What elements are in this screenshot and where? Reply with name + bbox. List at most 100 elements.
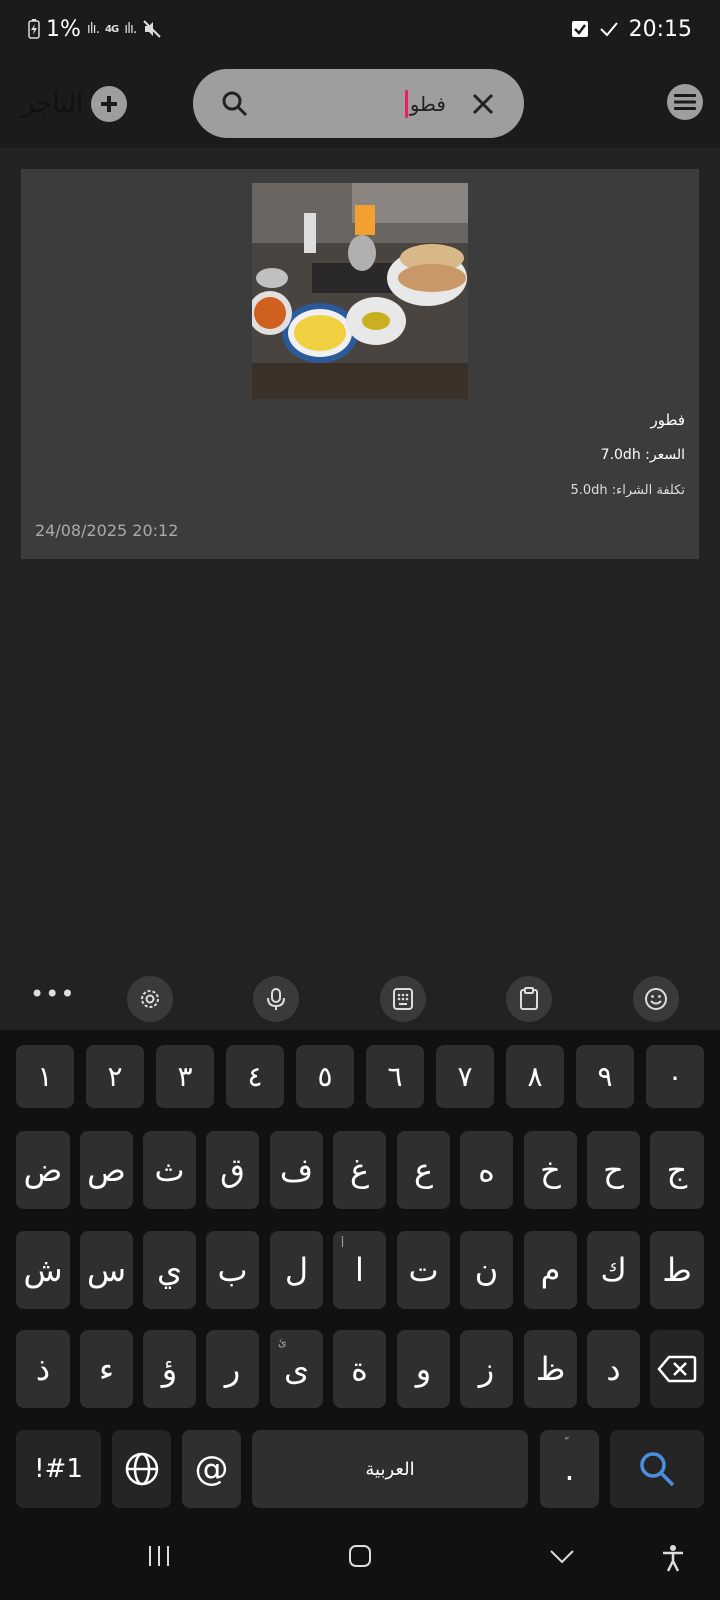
backspace-icon	[657, 1355, 697, 1383]
battery-percent: 1%	[46, 16, 81, 42]
key-digit[interactable]: ٣	[156, 1045, 214, 1108]
key-digit[interactable]: ٩	[576, 1045, 634, 1108]
signal-icon: ılı.	[86, 21, 100, 37]
key-letter[interactable]: غ	[333, 1131, 386, 1209]
keypad-button[interactable]	[380, 976, 426, 1022]
key-letter[interactable]: ر	[206, 1330, 259, 1408]
key-digit[interactable]: ٤	[226, 1045, 284, 1108]
at-key[interactable]: @	[182, 1430, 241, 1508]
clipboard-button[interactable]	[506, 976, 552, 1022]
key-letter[interactable]: ج	[650, 1131, 704, 1209]
battery-charging-icon	[28, 19, 40, 39]
network-type: 4G	[105, 23, 119, 35]
key-letter[interactable]: ي	[143, 1231, 196, 1309]
key-letter[interactable]: ؤ	[143, 1330, 196, 1408]
key-letter[interactable]: ن	[460, 1231, 513, 1309]
key-letter[interactable]: ذ	[16, 1330, 70, 1408]
key-digit[interactable]: ٧	[436, 1045, 494, 1108]
key-letter[interactable]: ت	[397, 1231, 450, 1309]
search-bar[interactable]: فطو	[193, 69, 524, 138]
key-letter[interactable]: ة	[333, 1330, 386, 1408]
key-letter[interactable]: ه	[460, 1131, 513, 1209]
navigation-bar	[0, 1522, 720, 1600]
search-action-key[interactable]	[610, 1430, 704, 1508]
key-letter[interactable]: د	[587, 1330, 640, 1408]
search-input[interactable]: فطو	[249, 89, 470, 118]
backspace-key[interactable]	[650, 1330, 704, 1408]
key-letter[interactable]: ع	[397, 1131, 450, 1209]
results-list: فطور السعر: 7.0dh تكلفة الشراء: 5.0dh 24…	[0, 148, 720, 968]
key-letter[interactable]: ظ	[524, 1330, 577, 1408]
gear-icon	[141, 990, 159, 1008]
key-letter[interactable]: ث	[143, 1131, 196, 1209]
app-title: التاجر	[22, 89, 84, 119]
key-digit[interactable]: ٥	[296, 1045, 354, 1108]
key-label: .	[564, 1450, 575, 1488]
close-icon[interactable]	[470, 91, 496, 117]
menu-button[interactable]	[667, 84, 703, 120]
app-bar: التاجر فطو	[0, 58, 720, 148]
key-letter[interactable]: س	[80, 1231, 133, 1309]
list-menu-icon	[674, 94, 696, 110]
signal-icon-2: ılı.	[124, 21, 137, 37]
key-letter[interactable]: م	[524, 1231, 577, 1309]
keypad-icon	[393, 988, 413, 1010]
text-caret	[404, 89, 408, 118]
plus-icon	[101, 96, 118, 112]
globe-icon	[125, 1452, 158, 1486]
home-icon[interactable]	[348, 1544, 372, 1568]
key-letter[interactable]: ف	[270, 1131, 323, 1209]
key-letter[interactable]: ض	[16, 1131, 70, 1209]
key-letter[interactable]: ح	[587, 1131, 640, 1209]
cost-label: تكلفة الشراء:	[611, 483, 685, 498]
keyboard: ١ ٢ ٣ ٤ ٥ ٦ ٧ ٨ ٩ ٠ ض ص ث ق ف غ ع ه خ ح …	[0, 1030, 720, 1522]
price-value: 7.0dh	[600, 447, 641, 463]
status-bar: 1% ılı. 4G ılı. 20:15	[0, 0, 720, 58]
key-letter[interactable]: ب	[206, 1231, 259, 1309]
key-letter[interactable]: ش	[16, 1231, 70, 1309]
key-digit[interactable]: ١	[16, 1045, 74, 1108]
item-cost: تكلفة الشراء: 5.0dh	[570, 483, 685, 498]
key-letter-alef-maqsura[interactable]: ئ ى	[270, 1330, 323, 1408]
language-key[interactable]	[112, 1430, 171, 1508]
key-letter[interactable]: ز	[460, 1330, 513, 1408]
key-letter[interactable]: و	[397, 1330, 450, 1408]
key-label: ا	[355, 1251, 364, 1289]
key-letter[interactable]: ل	[270, 1231, 323, 1309]
price-label: السعر:	[645, 447, 685, 463]
cost-value: 5.0dh	[570, 483, 608, 498]
microphone-icon	[267, 988, 285, 1010]
mute-icon	[143, 20, 162, 38]
recent-apps-icon[interactable]	[146, 1544, 172, 1568]
search-query: فطو	[409, 91, 446, 116]
item-card[interactable]: فطور السعر: 7.0dh تكلفة الشراء: 5.0dh 24…	[21, 169, 699, 559]
emoji-button[interactable]	[633, 976, 679, 1022]
accessibility-icon[interactable]	[660, 1544, 686, 1572]
add-item-button[interactable]	[91, 86, 128, 122]
breakfast-photo	[252, 183, 468, 399]
key-letter[interactable]: ط	[650, 1231, 704, 1309]
key-digit[interactable]: ٠	[646, 1045, 704, 1108]
key-letter[interactable]: ك	[587, 1231, 640, 1309]
key-letter[interactable]: خ	[524, 1131, 577, 1209]
key-digit[interactable]: ٦	[366, 1045, 424, 1108]
search-icon	[640, 1452, 675, 1487]
hide-keyboard-icon[interactable]	[548, 1544, 576, 1568]
checkbox-notification-icon	[571, 21, 588, 37]
key-digit[interactable]: ٢	[86, 1045, 144, 1108]
keyboard-toolbar: •••	[0, 968, 720, 1030]
keyboard-settings-button[interactable]	[127, 976, 173, 1022]
voice-input-button[interactable]	[253, 976, 299, 1022]
symbols-key[interactable]: !#1	[16, 1430, 101, 1508]
period-key[interactable]: ّ .	[540, 1430, 599, 1508]
key-letter[interactable]: ق	[206, 1131, 259, 1209]
key-letter[interactable]: ء	[80, 1330, 133, 1408]
key-letter-alef[interactable]: أ ا	[333, 1231, 386, 1309]
more-options-icon[interactable]: •••	[30, 980, 75, 1008]
key-digit[interactable]: ٨	[506, 1045, 564, 1108]
key-letter[interactable]: ص	[80, 1131, 133, 1209]
check-icon	[599, 22, 618, 37]
item-photo	[252, 183, 468, 399]
clock: 20:15	[628, 16, 692, 42]
space-key[interactable]: العربية	[252, 1430, 528, 1508]
